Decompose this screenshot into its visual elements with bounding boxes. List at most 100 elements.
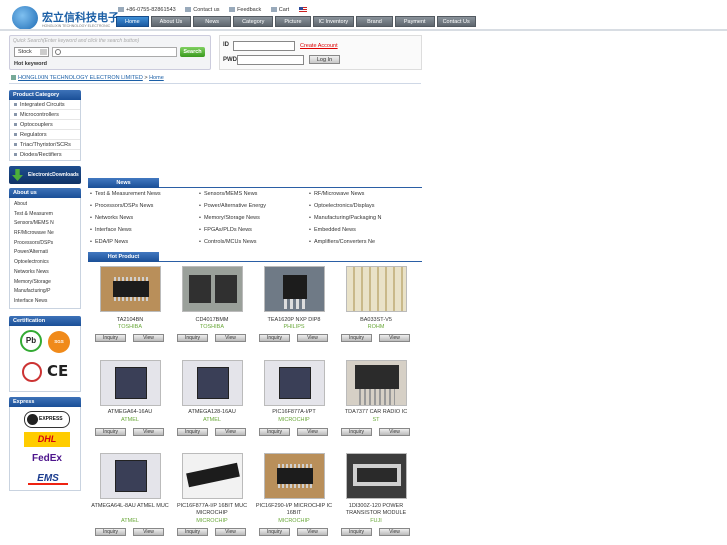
view-button[interactable]: View [215, 334, 246, 342]
inquiry-button[interactable]: Inquiry [341, 428, 372, 436]
inquiry-button[interactable]: Inquiry [177, 334, 208, 342]
view-button[interactable]: View [133, 428, 164, 436]
id-input[interactable] [233, 41, 295, 51]
search-type-select[interactable]: Stock [14, 47, 49, 57]
product-name[interactable]: PIC16F290-I/P MICROCHIP IC 16BIT [249, 503, 339, 517]
view-button[interactable]: View [133, 334, 164, 342]
nav-category[interactable]: Category [233, 16, 274, 27]
news-item[interactable]: Manufacturing/Packaging N [309, 215, 382, 221]
news-item[interactable]: Memory/Storage News [199, 215, 260, 221]
product-brand[interactable]: ST [331, 417, 421, 424]
category-item[interactable]: Regulators [10, 130, 80, 140]
inquiry-button[interactable]: Inquiry [259, 428, 290, 436]
product-name[interactable]: TA2104BN [85, 317, 175, 324]
product-image[interactable] [264, 453, 325, 499]
nav-ic-inventory[interactable]: IC Inventory [312, 16, 355, 27]
category-item[interactable]: Diodes/Rectifiers [10, 150, 80, 160]
login-button[interactable]: Log In [309, 55, 340, 64]
nav-payment[interactable]: Payment [394, 16, 435, 27]
inquiry-button[interactable]: Inquiry [259, 334, 290, 342]
product-brand[interactable]: ATMEL [85, 417, 175, 424]
product-name[interactable]: BA033ST-V5 [331, 317, 421, 324]
nav-brand[interactable]: Brand [356, 16, 393, 27]
product-image[interactable] [100, 360, 161, 406]
news-item[interactable]: Sensors/MEMS News [199, 191, 258, 197]
inquiry-button[interactable]: Inquiry [95, 528, 126, 536]
product-image[interactable] [182, 266, 243, 312]
nav-picture[interactable]: Picture [275, 16, 311, 27]
product-name[interactable]: PIC16F877A-I/P 16BIT MUC MICROCHIP [167, 503, 257, 517]
category-item[interactable]: Integrated Circuits [10, 100, 80, 110]
product-name[interactable]: ATMEGA128-16AU [167, 409, 257, 416]
language-flag-icon[interactable] [298, 7, 307, 13]
inquiry-button[interactable]: Inquiry [95, 428, 126, 436]
breadcrumb-home[interactable]: Home [149, 75, 164, 81]
product-name[interactable]: 1DI300Z-120 POWER TRANSISTOR MODULE [331, 503, 421, 517]
news-item[interactable]: Embedded News [309, 227, 356, 233]
nav-news[interactable]: News [193, 16, 232, 27]
product-brand[interactable]: TOSHIBA [85, 324, 175, 331]
news-item[interactable]: Interface News [90, 227, 132, 233]
product-brand[interactable]: PHILIPS [249, 324, 339, 331]
product-image[interactable] [346, 266, 407, 312]
view-button[interactable]: View [215, 528, 246, 536]
product-name[interactable]: CD4017BMM [167, 317, 257, 324]
product-name[interactable]: ATMEGA64-16AU [85, 409, 175, 416]
product-image[interactable] [182, 453, 243, 499]
inquiry-button[interactable]: Inquiry [341, 528, 372, 536]
product-brand[interactable]: FUJI [331, 518, 421, 525]
electronic-downloads-button[interactable]: ElectronicDownloads [9, 166, 81, 184]
view-button[interactable]: View [379, 528, 410, 536]
view-button[interactable]: View [297, 428, 328, 436]
password-input[interactable] [237, 55, 304, 65]
category-item[interactable]: Microcontrollers [10, 110, 80, 120]
product-image[interactable] [346, 360, 407, 406]
product-name[interactable]: PIC16F877A-I/PT [249, 409, 339, 416]
news-item[interactable]: Power/Alternative Energy [199, 203, 266, 209]
product-image[interactable] [100, 266, 161, 312]
create-account-link[interactable]: Create Account [300, 43, 338, 49]
inquiry-button[interactable]: Inquiry [177, 428, 208, 436]
news-item[interactable]: Optoelectronics/Displays [309, 203, 375, 209]
product-brand[interactable]: MICROCHIP [167, 518, 257, 525]
product-brand[interactable]: MICROCHIP [249, 417, 339, 424]
search-input[interactable] [52, 47, 177, 57]
about-item[interactable]: Interface News [10, 297, 80, 307]
view-button[interactable]: View [297, 334, 328, 342]
search-button[interactable]: Search [180, 47, 205, 57]
about-item[interactable]: About [10, 200, 80, 210]
product-brand[interactable]: ATMEL [85, 518, 175, 525]
inquiry-button[interactable]: Inquiry [95, 334, 126, 342]
category-item[interactable]: Triac/Thyristor/SCRs [10, 140, 80, 150]
product-name[interactable]: ATMEGA64L-8AU ATMEL MUC [85, 503, 175, 510]
product-image[interactable] [182, 360, 243, 406]
product-image[interactable] [264, 360, 325, 406]
about-item[interactable]: RF/Microwave Ne [10, 229, 80, 239]
product-brand[interactable]: TOSHIBA [167, 324, 257, 331]
about-item[interactable]: Power/Alternati [10, 248, 80, 258]
product-image[interactable] [346, 453, 407, 499]
product-name[interactable]: TDA7377 CAR RADIO IC [331, 409, 421, 416]
inquiry-button[interactable]: Inquiry [341, 334, 372, 342]
news-item[interactable]: Processors/DSPs News [90, 203, 153, 209]
view-button[interactable]: View [379, 428, 410, 436]
news-item[interactable]: Controls/MCUs News [199, 239, 257, 245]
category-item[interactable]: Optocouplers [10, 120, 80, 130]
about-item[interactable]: Memory/Storage [10, 278, 80, 288]
view-button[interactable]: View [297, 528, 328, 536]
about-item[interactable]: Optoelectronics [10, 258, 80, 268]
inquiry-button[interactable]: Inquiry [259, 528, 290, 536]
cart-link[interactable]: Cart [270, 7, 289, 13]
news-item[interactable]: Networks News [90, 215, 133, 221]
news-item[interactable]: EDA/IP News [90, 239, 128, 245]
breadcrumb-company[interactable]: HONGLIXIN TECHNOLOGY ELECTRON LIMITED [18, 75, 143, 81]
view-button[interactable]: View [133, 528, 164, 536]
nav-home[interactable]: Home [116, 16, 149, 27]
product-brand[interactable]: MICROCHIP [249, 518, 339, 525]
product-image[interactable] [100, 453, 161, 499]
news-item[interactable]: Test & Measurement News [90, 191, 161, 197]
about-item[interactable]: Processors/DSPs [10, 239, 80, 249]
news-item[interactable]: FPGAs/PLDs News [199, 227, 252, 233]
product-brand[interactable]: ROHM [331, 324, 421, 331]
nav-contact-us[interactable]: Contact Us [436, 16, 476, 27]
